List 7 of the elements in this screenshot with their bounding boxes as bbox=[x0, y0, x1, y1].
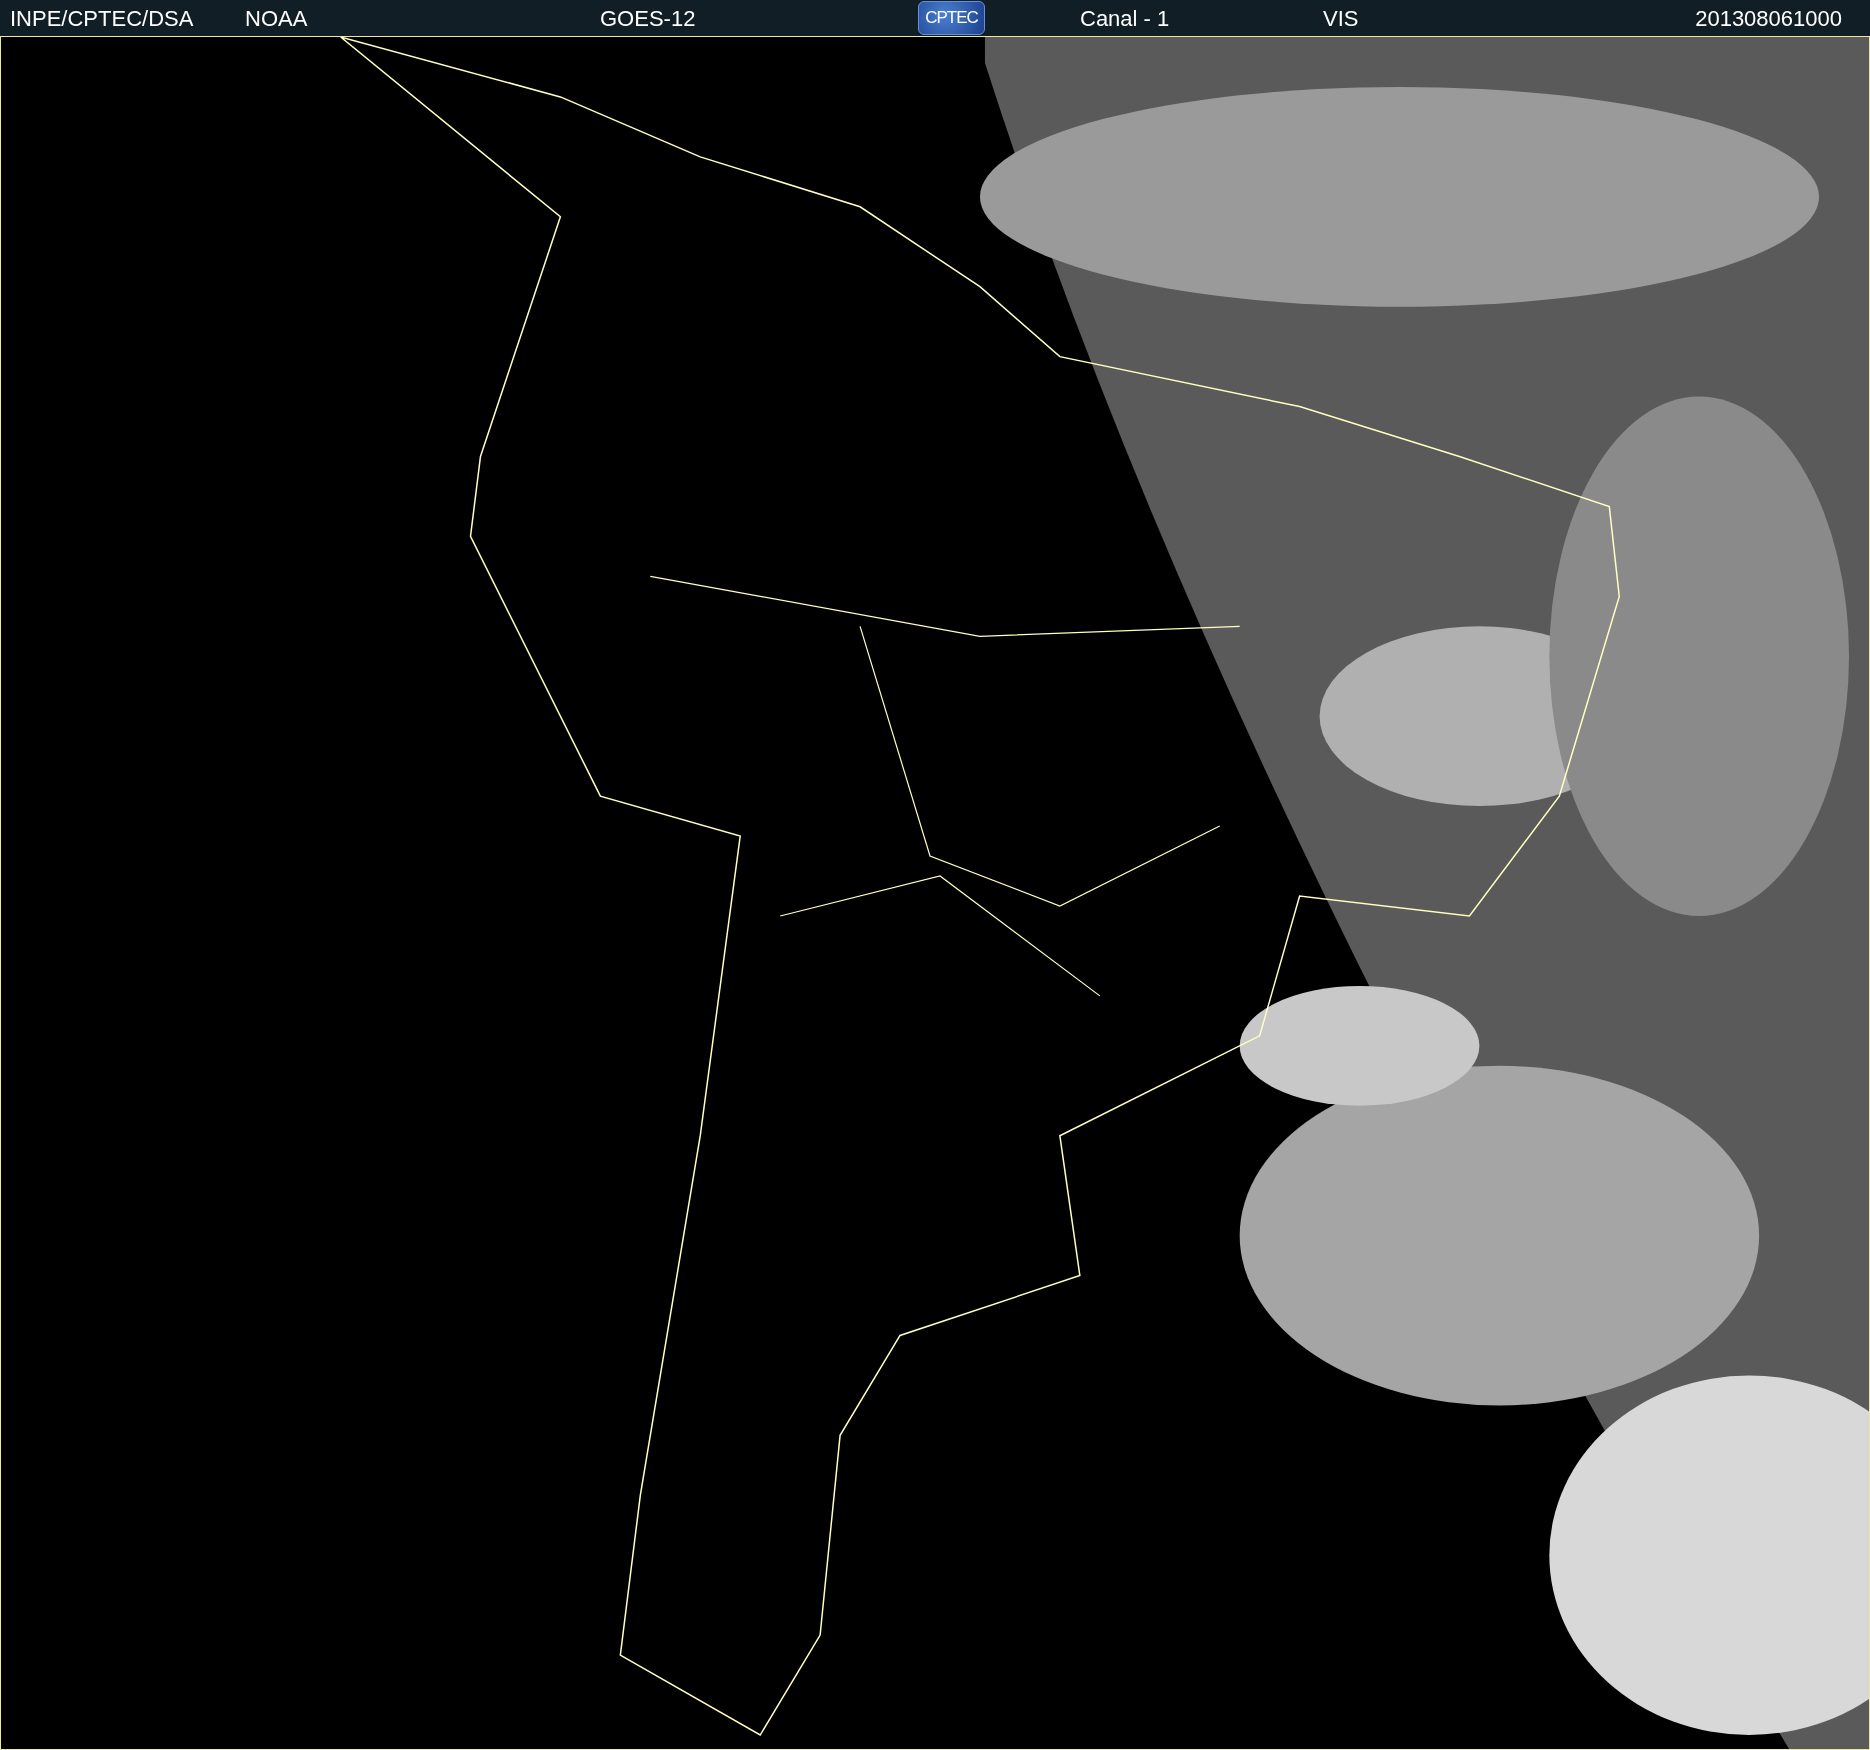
header-label: GOES-12 bbox=[600, 5, 696, 31]
logo: CPTEC bbox=[918, 1, 985, 35]
header-label: NOAA bbox=[245, 5, 308, 31]
header-label: INPE/CPTEC/DSA bbox=[10, 5, 194, 31]
header-label: VIS bbox=[1323, 5, 1359, 31]
header-label: 201308061000 bbox=[1695, 5, 1842, 31]
header-label: Canal - 1 bbox=[1080, 5, 1170, 31]
